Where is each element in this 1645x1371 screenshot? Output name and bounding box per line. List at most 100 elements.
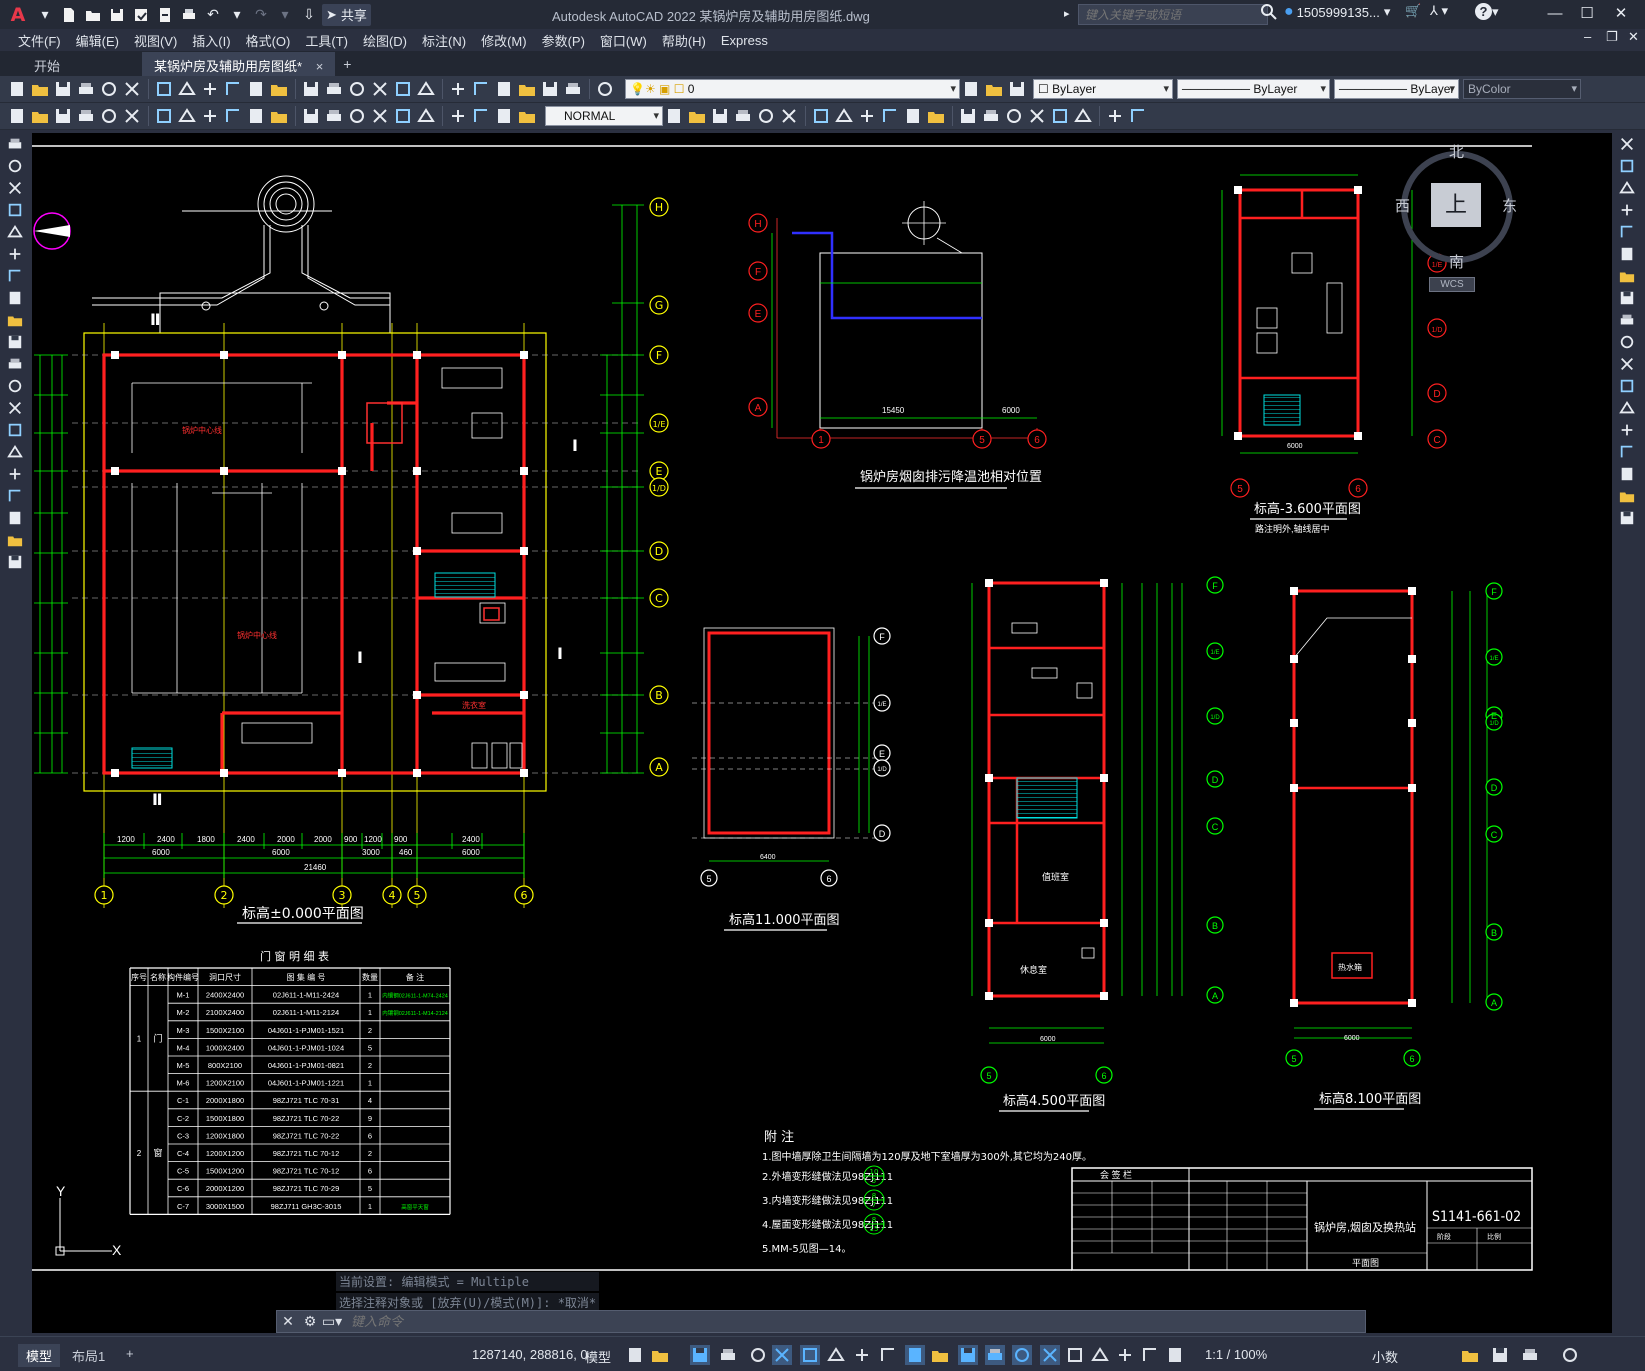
hatch-icon[interactable] bbox=[2, 442, 28, 462]
annotation-scale[interactable]: 1:1 / 100% bbox=[1205, 1347, 1267, 1362]
tb2-view-3d-9-icon[interactable] bbox=[879, 105, 901, 127]
help-icon[interactable] bbox=[594, 78, 616, 100]
tb2-view-3d-10-icon[interactable] bbox=[902, 105, 924, 127]
keyword-search-input[interactable] bbox=[1078, 4, 1268, 25]
extend-icon[interactable] bbox=[1614, 354, 1640, 374]
design-center-icon[interactable] bbox=[470, 78, 492, 100]
status-quick-properties-icon[interactable] bbox=[1140, 1345, 1160, 1365]
viewcube[interactable]: 上 北 南 西 东 WCS bbox=[1395, 144, 1517, 295]
status-auto-scale-icon[interactable] bbox=[1040, 1345, 1060, 1365]
markup-icon[interactable] bbox=[539, 78, 561, 100]
menu-window[interactable]: 窗口(W) bbox=[596, 31, 658, 50]
matchprop-icon[interactable] bbox=[245, 78, 267, 100]
trim-icon[interactable] bbox=[1614, 332, 1640, 352]
status-graphics-performance-icon[interactable] bbox=[1490, 1345, 1510, 1365]
status-gizmo-icon[interactable] bbox=[985, 1345, 1005, 1365]
autocad-logo-icon[interactable]: A bbox=[4, 4, 32, 26]
dim-dim-aligned-icon[interactable] bbox=[75, 105, 97, 127]
dim-tolerance-icon[interactable] bbox=[369, 105, 391, 127]
dim-inspect-icon[interactable] bbox=[415, 105, 437, 127]
status-lineweight-icon[interactable] bbox=[826, 1345, 846, 1365]
layer-dropdown[interactable]: 💡☀ ▣ ☐ 0 bbox=[625, 79, 960, 99]
qnew-icon[interactable] bbox=[6, 78, 28, 100]
revision-cloud-icon[interactable] bbox=[2, 288, 28, 308]
break-icon[interactable] bbox=[1614, 398, 1640, 418]
autodesk-a360-icon[interactable]: ⅄ ▾ bbox=[1430, 3, 1448, 19]
join-icon[interactable] bbox=[1614, 420, 1640, 440]
status-polar-icon[interactable] bbox=[718, 1345, 738, 1365]
menu-view[interactable]: 视图(V) bbox=[130, 31, 188, 50]
coordinate-readout[interactable]: 1287140, 288816, 0 bbox=[472, 1347, 588, 1362]
dim-dim-ordinate-icon[interactable] bbox=[121, 105, 143, 127]
dim-dim-update-icon[interactable] bbox=[516, 105, 538, 127]
rotate-icon[interactable] bbox=[1614, 266, 1640, 286]
zoom-previous-icon[interactable] bbox=[415, 78, 437, 100]
array-icon[interactable] bbox=[1614, 222, 1640, 242]
tb2-view-3d-16-icon[interactable] bbox=[1049, 105, 1071, 127]
pan-icon[interactable] bbox=[346, 78, 368, 100]
undo-icon[interactable]: ↶ bbox=[202, 4, 224, 26]
viewcube-top-face[interactable]: 上 bbox=[1431, 183, 1481, 227]
copy-icon[interactable] bbox=[199, 78, 221, 100]
menu-format[interactable]: 格式(O) bbox=[242, 31, 302, 50]
viewcube-north[interactable]: 北 bbox=[1449, 141, 1464, 162]
publish-icon[interactable] bbox=[121, 78, 143, 100]
tb2-view-3d-6-icon[interactable] bbox=[810, 105, 832, 127]
add-layout-button[interactable]: + bbox=[118, 1344, 142, 1363]
arc-icon[interactable] bbox=[2, 244, 28, 264]
save-as-icon[interactable] bbox=[130, 4, 152, 26]
status-ortho-icon[interactable] bbox=[690, 1345, 710, 1365]
share-button[interactable]: ➤ 共享 bbox=[322, 3, 371, 26]
tb2-view-3d-3-icon[interactable] bbox=[732, 105, 754, 127]
application-menu-chevron-icon[interactable]: ▾ bbox=[34, 4, 56, 26]
status-selection-cycling-icon[interactable] bbox=[878, 1345, 898, 1365]
multiline-text-icon[interactable] bbox=[2, 530, 28, 550]
dim-dim-jogged-icon[interactable] bbox=[176, 105, 198, 127]
break-at-point-icon[interactable] bbox=[1614, 376, 1640, 396]
dim-layer-iso-icon[interactable] bbox=[29, 105, 51, 127]
preview-icon[interactable] bbox=[98, 78, 120, 100]
dim-quick-dim-icon[interactable] bbox=[245, 105, 267, 127]
circle-icon[interactable] bbox=[2, 266, 28, 286]
command-input[interactable] bbox=[343, 1314, 1243, 1329]
ellipse-icon[interactable] bbox=[2, 332, 28, 352]
menu-express[interactable]: Express bbox=[717, 33, 779, 48]
tb2-view-3d-12-icon[interactable] bbox=[957, 105, 979, 127]
recent-commands-icon[interactable]: ▭▾ bbox=[321, 1313, 343, 1330]
tb2-view-3d-11-icon[interactable] bbox=[925, 105, 947, 127]
tool-palettes-icon[interactable] bbox=[493, 78, 515, 100]
open-file-icon[interactable] bbox=[82, 4, 104, 26]
color-dropdown[interactable]: ☐ ByLayer bbox=[1033, 79, 1173, 99]
plot-icon[interactable] bbox=[178, 4, 200, 26]
paste-icon[interactable] bbox=[222, 78, 244, 100]
open-icon[interactable] bbox=[29, 78, 51, 100]
status-object-snap-tracking-icon[interactable] bbox=[772, 1345, 792, 1365]
layer-layer-properties-icon[interactable] bbox=[960, 78, 982, 100]
tb2-view-3d-1-icon[interactable] bbox=[686, 105, 708, 127]
tb2-view-3d-19-icon[interactable] bbox=[1127, 105, 1149, 127]
polyline-icon[interactable] bbox=[2, 178, 28, 198]
status-isolate-icon[interactable] bbox=[1460, 1345, 1480, 1365]
drawing-area[interactable]: 锅炉中心线 锅炉中心线 洗衣室 1200 2400 1800 2400 2000 2000 90… bbox=[32, 133, 1612, 1333]
status-annotation-monitor-icon[interactable] bbox=[1090, 1345, 1110, 1365]
doc-minimize-button[interactable]: – bbox=[1584, 29, 1591, 44]
tb2-view-3d-14-icon[interactable] bbox=[1003, 105, 1025, 127]
viewcube-south[interactable]: 南 bbox=[1449, 251, 1464, 272]
menu-help[interactable]: 帮助(H) bbox=[658, 31, 717, 50]
3dprint-icon[interactable] bbox=[153, 78, 175, 100]
spline-icon[interactable] bbox=[2, 310, 28, 330]
minimize-button[interactable]: — bbox=[1540, 3, 1570, 25]
dim-dim-arc-icon[interactable] bbox=[98, 105, 120, 127]
status-annotation-visibility-icon[interactable] bbox=[1012, 1345, 1032, 1365]
menu-insert[interactable]: 插入(I) bbox=[188, 31, 241, 50]
tb2-view-3d-17-icon[interactable] bbox=[1072, 105, 1094, 127]
menu-draw[interactable]: 绘图(D) bbox=[359, 31, 418, 50]
dim-jogged-linear-icon[interactable] bbox=[447, 105, 469, 127]
status-clean-screen-icon[interactable] bbox=[1520, 1345, 1540, 1365]
status-workspace-icon[interactable] bbox=[1065, 1345, 1085, 1365]
save-icon[interactable] bbox=[52, 78, 74, 100]
status-dynamic-ucs-icon[interactable] bbox=[930, 1345, 950, 1365]
zoom-realtime-icon[interactable] bbox=[369, 78, 391, 100]
erase-icon[interactable] bbox=[1614, 134, 1640, 154]
tb2-view-3d-15-icon[interactable] bbox=[1026, 105, 1048, 127]
